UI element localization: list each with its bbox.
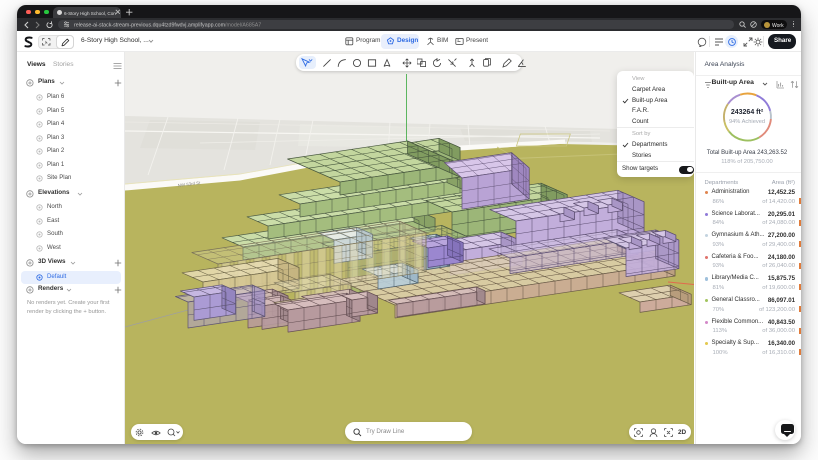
svg-text:6-Story High School, Corva: 6-Story High School, Corva	[64, 11, 116, 16]
svg-text:release-ai-stack-stream-previo: release-ai-stack-stream-previous.dqu4tzd…	[74, 23, 261, 29]
svg-text:Work: Work	[772, 23, 784, 29]
